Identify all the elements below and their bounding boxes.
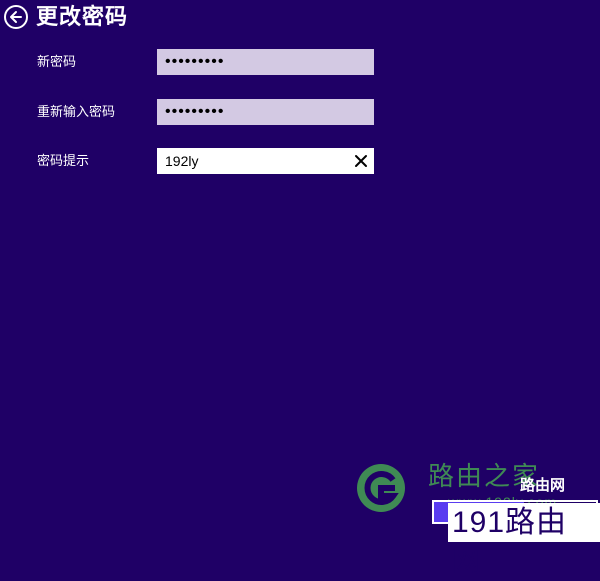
password-hint-label: 密码提示 — [37, 153, 90, 168]
reenter-password-label: 重新输入密码 — [37, 104, 116, 119]
password-hint-container — [157, 148, 374, 174]
page-header: 更改密码 — [4, 4, 128, 30]
close-icon[interactable] — [354, 154, 368, 168]
new-password-label: 新密码 — [37, 54, 77, 69]
watermark-big-brand: 191路由网 — [448, 503, 600, 578]
reenter-password-field[interactable] — [157, 99, 374, 125]
back-button[interactable] — [4, 5, 28, 29]
page-title: 更改密码 — [36, 4, 129, 29]
new-password-field[interactable] — [157, 49, 374, 75]
password-hint-field[interactable] — [157, 148, 347, 174]
watermark-small-brand: 路由网 — [520, 477, 566, 494]
back-arrow-icon — [10, 11, 22, 23]
watermark-logo-icon — [357, 464, 405, 512]
